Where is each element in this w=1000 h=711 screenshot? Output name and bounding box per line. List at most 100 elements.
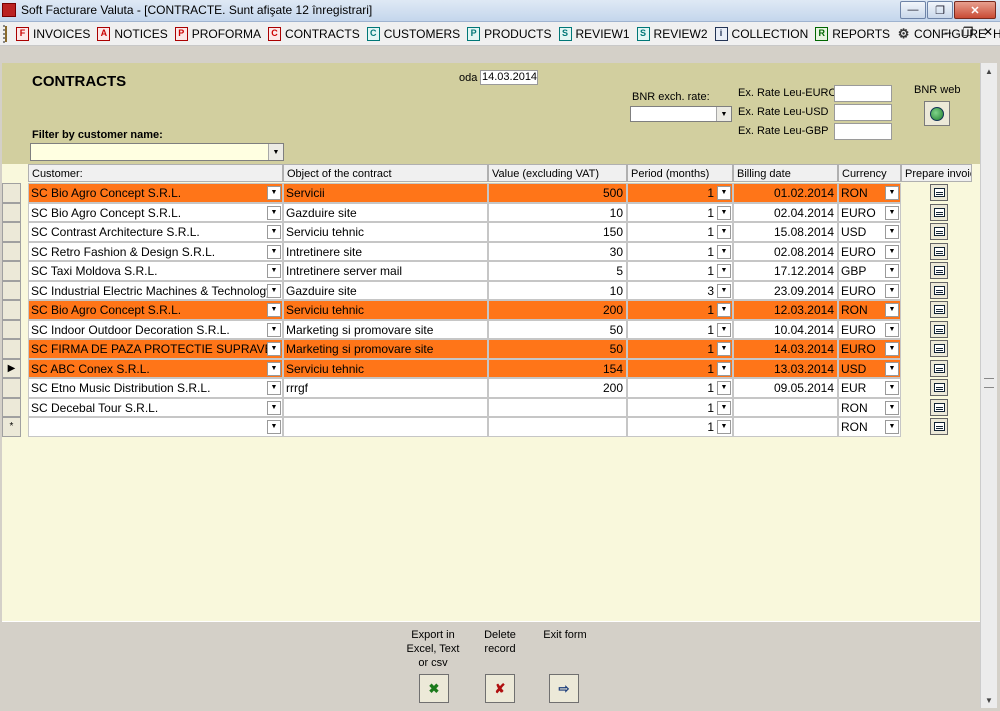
mdi-restore-button[interactable]: ❐ [962, 25, 974, 39]
currency-cell[interactable]: EURO ▼ [838, 339, 901, 359]
period-cell[interactable]: 1 ▼ [627, 202, 733, 222]
object-cell[interactable]: Intretinere site [283, 241, 488, 261]
record-selector[interactable] [2, 378, 21, 398]
billing-date-cell[interactable]: 02.08.2014 [733, 241, 838, 261]
chevron-down-icon[interactable]: ▼ [267, 400, 281, 415]
billing-date-cell[interactable]: 23.09.2014 [733, 280, 838, 300]
menu-item-contracts[interactable]: C CONTRACTS [265, 23, 364, 45]
chevron-down-icon[interactable]: ▼ [267, 361, 281, 376]
value-cell[interactable]: 50 [488, 319, 627, 339]
bnr-web-button[interactable] [924, 101, 950, 126]
chevron-down-icon[interactable]: ▼ [885, 225, 899, 239]
record-selector[interactable]: * [2, 417, 21, 437]
table-row[interactable]: SC Bio Agro Concept S.R.L. ▼ Servicii 500 1 ▼… [2, 183, 972, 203]
currency-cell[interactable]: USD ▼ [838, 358, 901, 378]
minimize-button[interactable]: — [900, 1, 926, 19]
exit-form-button[interactable]: ⇨ [549, 674, 579, 703]
value-cell[interactable]: 150 [488, 222, 627, 242]
prepare-invoice-button[interactable] [930, 223, 948, 240]
value-cell[interactable]: 5 [488, 261, 627, 281]
customer-cell[interactable]: SC Bio Agro Concept S.R.L. ▼ [28, 202, 283, 222]
record-selector[interactable]: ▶ [2, 358, 21, 378]
rate-usd-field[interactable] [834, 104, 892, 121]
billing-date-cell[interactable]: 02.04.2014 [733, 202, 838, 222]
chevron-down-icon[interactable]: ▼ [717, 420, 731, 434]
currency-cell[interactable]: RON ▼ [838, 397, 901, 417]
mdi-close-button[interactable]: ✕ [982, 25, 994, 39]
customer-cell[interactable]: SC ABC Conex S.R.L. ▼ [28, 358, 283, 378]
chevron-down-icon[interactable]: ▼ [885, 400, 899, 415]
period-cell[interactable]: 3 ▼ [627, 280, 733, 300]
billing-date-cell[interactable]: 15.08.2014 [733, 222, 838, 242]
billing-date-cell[interactable]: 14.03.2014 [733, 339, 838, 359]
bnr-rate-select[interactable]: ▼ [630, 106, 732, 122]
chevron-down-icon[interactable]: ▼ [885, 420, 899, 434]
chevron-down-icon[interactable]: ▼ [717, 205, 731, 220]
customer-cell[interactable]: SC Etno Music Distribution S.R.L. ▼ [28, 378, 283, 398]
chevron-down-icon[interactable]: ▼ [717, 244, 731, 259]
value-cell[interactable]: 200 [488, 300, 627, 320]
prepare-invoice-button[interactable] [930, 379, 948, 396]
menu-item-review1[interactable]: S REVIEW1 [556, 23, 634, 45]
object-cell[interactable] [283, 397, 488, 417]
table-row[interactable]: SC FIRMA DE PAZA PROTECTIE SUPRAVEGH ▼ Mar… [2, 339, 972, 359]
chevron-down-icon[interactable]: ▼ [717, 225, 731, 239]
table-row[interactable]: SC Bio Agro Concept S.R.L. ▼ Gazduire site… [2, 202, 972, 222]
prepare-invoice-button[interactable] [930, 398, 948, 416]
chevron-down-icon[interactable]: ▼ [885, 322, 899, 337]
chevron-down-icon[interactable]: ▼ [885, 205, 899, 220]
chevron-down-icon[interactable]: ▼ [885, 264, 899, 278]
period-cell[interactable]: 1 ▼ [627, 319, 733, 339]
billing-date-cell[interactable]: 01.02.2014 [733, 183, 838, 203]
export-excel-button[interactable]: ✖ [419, 674, 449, 703]
value-cell[interactable]: 30 [488, 241, 627, 261]
billing-date-cell[interactable]: 17.12.2014 [733, 261, 838, 281]
currency-cell[interactable]: RON ▼ [838, 417, 901, 437]
chevron-down-icon[interactable]: ▼ [267, 225, 281, 239]
record-selector[interactable] [2, 339, 21, 359]
chevron-down-icon[interactable]: ▼ [267, 420, 281, 434]
prepare-invoice-button[interactable] [930, 184, 948, 201]
vertical-scrollbar[interactable]: ▲ ▼ [980, 63, 997, 708]
chevron-down-icon[interactable]: ▼ [717, 361, 731, 376]
table-row[interactable]: SC Retro Fashion & Design S.R.L. ▼ Intreti… [2, 241, 972, 261]
chevron-down-icon[interactable]: ▼ [267, 381, 281, 395]
record-selector[interactable] [2, 397, 21, 417]
currency-cell[interactable]: GBP ▼ [838, 261, 901, 281]
prepare-invoice-button[interactable] [930, 320, 948, 338]
menu-item-products[interactable]: P PRODUCTS [464, 23, 555, 45]
prepare-invoice-button[interactable] [930, 203, 948, 221]
table-row[interactable]: SC Bio Agro Concept S.R.L. ▼ Serviciu tehn… [2, 300, 972, 320]
customer-cell[interactable]: SC Indoor Outdoor Decoration S.R.L. ▼ [28, 319, 283, 339]
record-selector[interactable] [2, 319, 21, 339]
chevron-down-icon[interactable]: ▼ [717, 303, 731, 317]
billing-date-cell[interactable]: 13.03.2014 [733, 358, 838, 378]
period-cell[interactable]: 1 ▼ [627, 397, 733, 417]
close-button[interactable]: ✕ [954, 1, 996, 19]
chevron-down-icon[interactable]: ▼ [885, 283, 899, 298]
prepare-invoice-button[interactable] [930, 281, 948, 299]
object-cell[interactable] [283, 417, 488, 437]
chevron-down-icon[interactable]: ▼ [267, 303, 281, 317]
currency-cell[interactable]: EURO ▼ [838, 241, 901, 261]
billing-date-cell[interactable]: 09.05.2014 [733, 378, 838, 398]
table-row[interactable]: SC Industrial Electric Machines & Techno… [2, 280, 972, 300]
record-selector[interactable] [2, 183, 21, 203]
menu-item-collection[interactable]: i COLLECTION [712, 23, 813, 45]
chevron-down-icon[interactable]: ▼ [268, 144, 283, 160]
object-cell[interactable]: Serviciu tehnic [283, 222, 488, 242]
value-cell[interactable]: 50 [488, 339, 627, 359]
customer-cell[interactable]: SC Bio Agro Concept S.R.L. ▼ [28, 300, 283, 320]
menu-item-invoices[interactable]: F INVOICES [13, 23, 94, 45]
chevron-down-icon[interactable]: ▼ [267, 264, 281, 278]
billing-date-cell[interactable] [733, 417, 838, 437]
table-row[interactable]: SC Etno Music Distribution S.R.L. ▼ rrrgf 2… [2, 378, 972, 398]
value-cell[interactable] [488, 397, 627, 417]
chevron-down-icon[interactable]: ▼ [885, 186, 899, 200]
value-cell[interactable]: 10 [488, 202, 627, 222]
customer-cell[interactable]: SC Bio Agro Concept S.R.L. ▼ [28, 183, 283, 203]
object-cell[interactable]: Gazduire site [283, 280, 488, 300]
currency-cell[interactable]: RON ▼ [838, 183, 901, 203]
customer-cell[interactable]: ▼ [28, 417, 283, 437]
chevron-down-icon[interactable]: ▼ [717, 186, 731, 200]
